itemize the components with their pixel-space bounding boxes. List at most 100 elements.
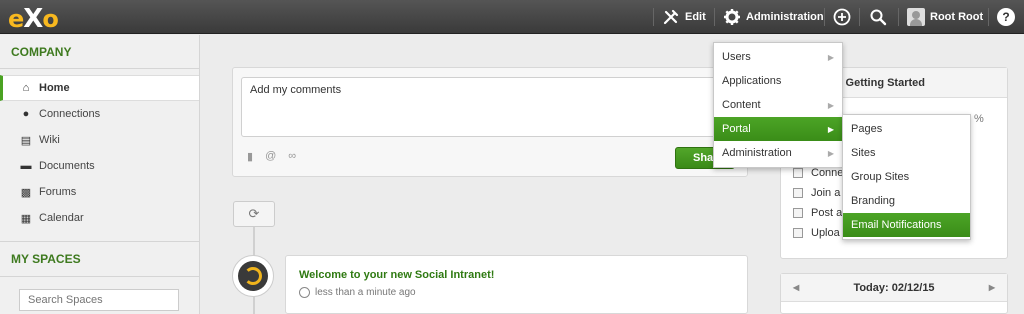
menu-item-label: Sites xyxy=(851,147,876,159)
company-heading: COMPANY xyxy=(0,35,199,69)
chat-icon: ▩ xyxy=(20,186,32,199)
sidebar-item-label: Calendar xyxy=(39,212,84,224)
sidebar-item-calendar[interactable]: ▦ Calendar xyxy=(0,205,199,231)
activity-title[interactable]: Welcome to your new Social Intranet! xyxy=(299,269,494,281)
clock-icon xyxy=(299,287,310,298)
submenu-item-branding[interactable]: Branding xyxy=(843,189,970,213)
administration-menu: Users ▶ Applications Content ▶ Portal ▶ … xyxy=(713,42,843,168)
comment-input[interactable]: Add my comments xyxy=(241,77,739,137)
logo-letter-o: o xyxy=(42,5,58,33)
activity-composer: Add my comments ▮ @ ∞ Share xyxy=(232,67,748,177)
calendar-header: ◀ Today: 02/12/15 ▶ xyxy=(781,274,1007,302)
toolbar-divider xyxy=(653,8,654,26)
calendar-widget: ◀ Today: 02/12/15 ▶ xyxy=(780,273,1008,314)
activity-time-text: less than a minute ago xyxy=(315,287,416,298)
avatar xyxy=(907,8,925,26)
menu-item-label: Pages xyxy=(851,123,883,135)
menu-item-users[interactable]: Users ▶ xyxy=(714,45,842,69)
logo-letter-x: X xyxy=(23,4,43,34)
toolbar-divider xyxy=(824,8,825,26)
menu-item-applications[interactable]: Applications xyxy=(714,69,842,93)
getting-started-item[interactable]: Join a xyxy=(793,187,840,199)
submenu-item-email-notifications[interactable]: Email Notifications xyxy=(843,213,970,237)
sidebar-item-forums[interactable]: ▩ Forums xyxy=(0,179,199,205)
menu-item-label: Group Sites xyxy=(851,171,910,183)
chevron-right-icon[interactable]: ▶ xyxy=(989,283,995,292)
getting-started-item[interactable]: Conne xyxy=(793,167,843,179)
checkbox[interactable] xyxy=(793,168,803,178)
book-icon: ▤ xyxy=(20,134,32,147)
administration-button[interactable]: Administration xyxy=(723,0,824,34)
menu-item-content[interactable]: Content ▶ xyxy=(714,93,842,117)
sidebar-item-label: Home xyxy=(39,82,70,94)
left-sidebar: COMPANY ⌂ Home ● Connections ▤ Wiki ▬ Do… xyxy=(0,35,200,314)
getting-started-item-label: Join a xyxy=(811,187,841,199)
toolbar-divider xyxy=(988,8,989,26)
menu-item-portal[interactable]: Portal ▶ xyxy=(714,117,842,141)
exo-ring-icon xyxy=(238,261,268,291)
folder-icon: ▬ xyxy=(20,160,32,172)
chevron-right-icon: ▶ xyxy=(827,100,834,110)
calendar-icon: ▦ xyxy=(20,212,32,225)
getting-started-item-label: Post a xyxy=(811,207,843,219)
add-button[interactable] xyxy=(833,0,851,34)
getting-started-item[interactable]: Uploa xyxy=(793,227,840,239)
help-button[interactable]: ? xyxy=(997,0,1015,34)
menu-item-label: Applications xyxy=(722,75,782,87)
file-icon[interactable]: ▮ xyxy=(247,150,253,163)
getting-started-item-label: Uploa xyxy=(811,227,840,239)
edit-label: Edit xyxy=(685,11,706,23)
portal-submenu: Pages Sites Group Sites Branding Email N… xyxy=(842,114,971,240)
link-icon[interactable]: ∞ xyxy=(288,150,296,163)
edit-button[interactable]: Edit xyxy=(662,0,706,34)
chevron-right-icon: ▶ xyxy=(827,124,834,134)
chevron-right-icon: ▶ xyxy=(827,52,834,62)
activity-item: Welcome to your new Social Intranet! les… xyxy=(285,255,748,314)
progress-percent: % xyxy=(974,113,984,125)
checkbox[interactable] xyxy=(793,208,803,218)
submenu-item-sites[interactable]: Sites xyxy=(843,141,970,165)
chevron-left-icon[interactable]: ◀ xyxy=(793,283,799,292)
menu-item-label: Email Notifications xyxy=(851,219,942,231)
activity-timestamp: less than a minute ago xyxy=(299,287,416,298)
search-spaces-input[interactable] xyxy=(19,289,179,311)
sidebar-item-label: Connections xyxy=(39,108,101,120)
top-navigation-bar: eXo Edit Administration Root Root ? xyxy=(0,0,1024,34)
search-icon xyxy=(870,9,887,26)
sidebar-item-label: Forums xyxy=(39,186,77,198)
toolbar-divider xyxy=(859,8,860,26)
composer-tools: ▮ @ ∞ xyxy=(247,150,296,163)
getting-started-item[interactable]: Post a xyxy=(793,207,842,219)
toolbar-divider xyxy=(898,8,899,26)
checkbox[interactable] xyxy=(793,228,803,238)
submenu-item-group-sites[interactable]: Group Sites xyxy=(843,165,970,189)
sidebar-item-connections[interactable]: ● Connections xyxy=(0,101,199,127)
gear-icon xyxy=(724,9,740,25)
sidebar-item-label: Wiki xyxy=(39,134,60,146)
search-button[interactable] xyxy=(869,0,887,34)
chevron-right-icon: ▶ xyxy=(827,148,834,158)
calendar-today: Today: 02/12/15 xyxy=(853,281,935,294)
at-icon[interactable]: @ xyxy=(265,150,276,163)
administration-label: Administration xyxy=(746,11,824,23)
checkbox[interactable] xyxy=(793,188,803,198)
plus-circle-icon xyxy=(833,8,851,26)
help-icon: ? xyxy=(997,8,1015,26)
menu-item-label: Content xyxy=(722,99,761,111)
logo-letter-e: e xyxy=(8,5,24,33)
user-menu[interactable]: Root Root xyxy=(907,0,983,34)
exo-logo[interactable]: eXo xyxy=(8,4,59,34)
menu-item-label: Portal xyxy=(722,123,751,135)
menu-item-administration[interactable]: Administration ▶ xyxy=(714,141,842,165)
sidebar-item-documents[interactable]: ▬ Documents xyxy=(0,153,199,179)
submenu-item-pages[interactable]: Pages xyxy=(843,117,970,141)
sidebar-item-label: Documents xyxy=(39,160,95,172)
getting-started-item-label: Conne xyxy=(811,167,844,179)
menu-item-label: Administration xyxy=(722,147,792,159)
activity-avatar xyxy=(232,255,274,297)
person-icon: ● xyxy=(22,108,30,120)
sidebar-item-home[interactable]: ⌂ Home xyxy=(0,75,199,101)
my-spaces-heading: MY SPACES xyxy=(0,241,200,277)
refresh-button[interactable]: ⟳ xyxy=(233,201,275,227)
sidebar-item-wiki[interactable]: ▤ Wiki xyxy=(0,127,199,153)
